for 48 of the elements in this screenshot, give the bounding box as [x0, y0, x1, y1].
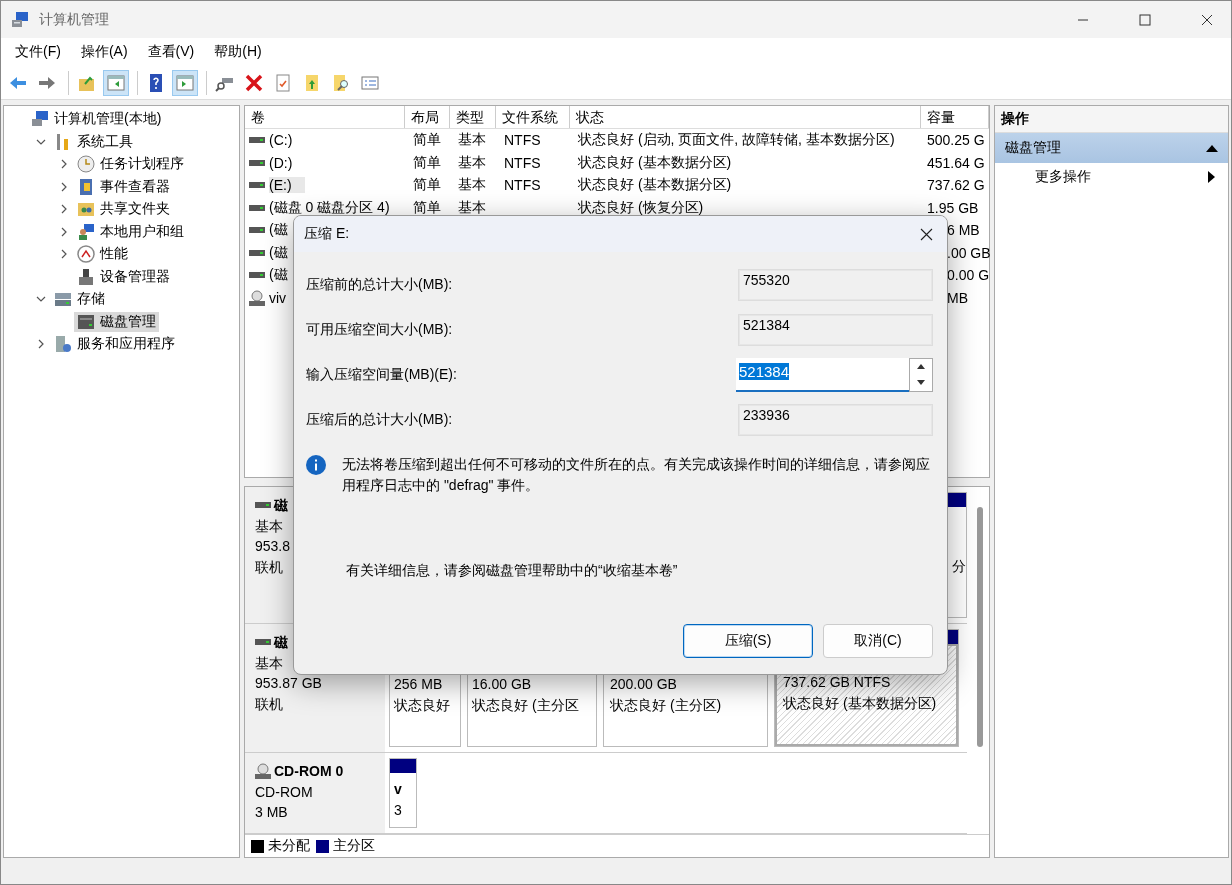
- table-cell-text: 737.62 G: [926, 177, 986, 194]
- table-cell: NTFS: [504, 154, 541, 171]
- table-cell-text: 451.64 G: [926, 154, 986, 171]
- disk-name: 磁: [255, 495, 288, 516]
- disk-size: 3 MB: [255, 803, 288, 822]
- table-cell-text: 基本: [457, 198, 487, 217]
- help-note: 有关详细信息，请参阅磁盘管理帮助中的“收缩基本卷”: [345, 562, 679, 580]
- table-cell-text: 基本: [457, 153, 487, 172]
- field-label: 输入压缩空间量(MB)(E):: [306, 365, 457, 384]
- disk-status: 联机: [255, 694, 283, 714]
- disk-status: 联机: [255, 557, 283, 577]
- table-cell-text: 简单: [412, 176, 442, 195]
- table-cell-text: 简单: [412, 131, 442, 150]
- table-cell: NTFS: [504, 177, 541, 194]
- table-cell: .00 GB: [947, 244, 991, 261]
- table-cell-text: 基本: [457, 176, 487, 195]
- disk-size: 953.8: [255, 537, 291, 556]
- disk-type: CD-ROM: [255, 782, 313, 802]
- dialog-title: 压缩 E:: [304, 225, 350, 243]
- table-cell-text: 状态良好 (启动, 页面文件, 故障转储, 基本数据分区): [577, 131, 896, 150]
- readonly-field: 521384: [738, 313, 933, 346]
- disk-size: 953.87 GB: [255, 674, 322, 693]
- table-cell-text: 1.95 GB: [926, 199, 980, 216]
- field-label: 压缩前的总计大小(MB):: [306, 275, 453, 294]
- actions-header: 操作: [995, 106, 1228, 133]
- table-cell: 0.00 G: [947, 267, 990, 284]
- disk-name: CD-ROM 0: [255, 761, 344, 782]
- table-cell-text: 简单: [412, 153, 442, 172]
- field-label: 可用压缩空间大小(MB):: [306, 320, 453, 339]
- table-cell-text: 状态良好 (恢复分区): [577, 198, 705, 217]
- field-label: 压缩后的总计大小(MB):: [306, 410, 453, 429]
- readonly-field: 755320: [738, 268, 933, 301]
- readonly-field: 233936: [738, 403, 933, 436]
- disk-type: 基本: [255, 653, 283, 673]
- disk-type: 基本: [255, 516, 283, 536]
- disk-name: 磁: [255, 632, 288, 653]
- table-cell: 6 MB: [947, 222, 980, 239]
- info-text: 无法将卷压缩到超出任何不可移动的文件所在的点。有关完成该操作时间的详细信息，请参阅应用程序日志中的 "defrag" 事件。: [342, 455, 931, 495]
- table-cell-text: 状态良好 (基本数据分区): [577, 176, 733, 195]
- table-cell: NTFS: [504, 132, 541, 149]
- table-cell-text: 500.25 G: [926, 132, 986, 149]
- table-cell-text: 状态良好 (基本数据分区): [577, 153, 733, 172]
- table-cell-text: 基本: [457, 131, 487, 150]
- legend-label: 未分配: [268, 837, 310, 855]
- table-cell: MB: [947, 289, 968, 306]
- table-cell-text: 简单: [412, 198, 442, 217]
- window-title: 计算机管理: [39, 10, 109, 29]
- legend-label: 主分区: [333, 837, 375, 855]
